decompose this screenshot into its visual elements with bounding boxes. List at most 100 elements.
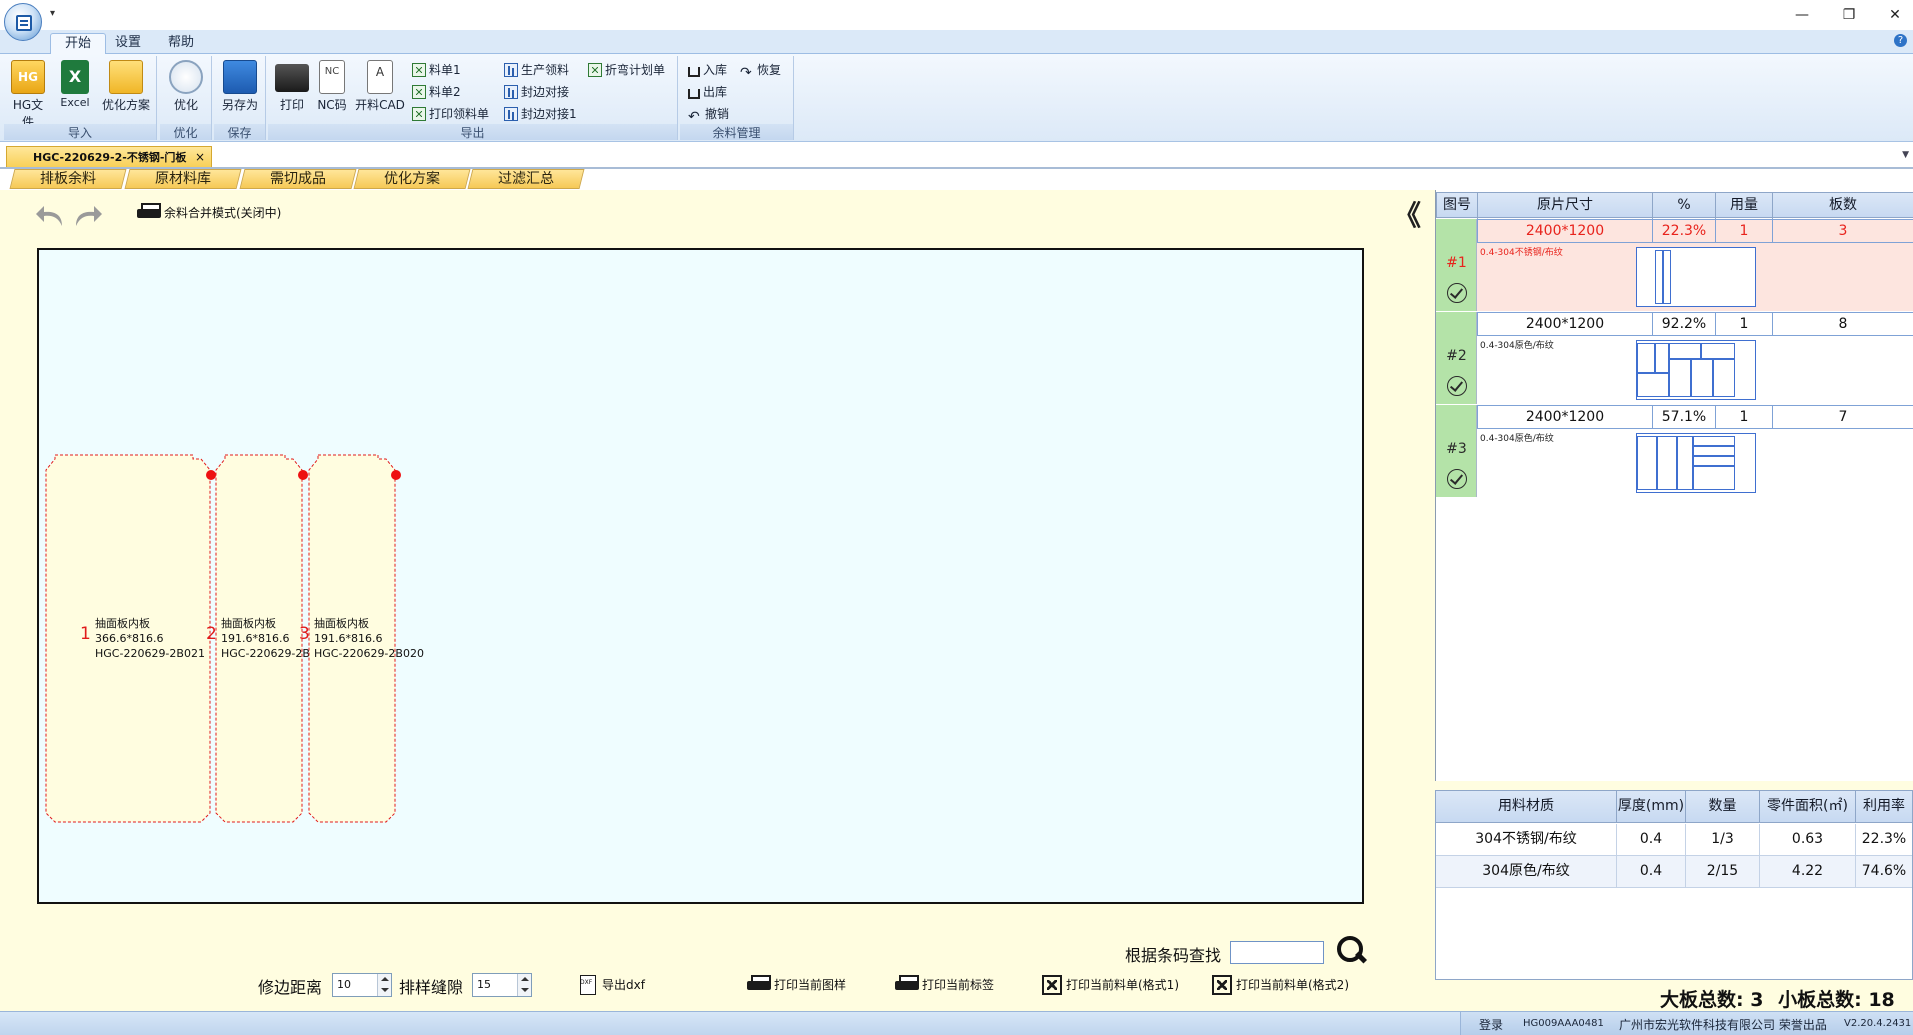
quick-access-arrow[interactable]: ▾: [50, 8, 55, 19]
sheet-thumbnail[interactable]: [1636, 433, 1756, 493]
print-button[interactable]: 打印: [274, 60, 310, 113]
version-label: V2.20.4.2431: [1844, 1018, 1912, 1029]
checkmark-circle-icon[interactable]: [1447, 469, 1467, 489]
restore-action-label: 恢复: [757, 63, 782, 77]
undo-arrow-icon: ↶: [688, 109, 700, 125]
search-icon[interactable]: [1337, 936, 1367, 966]
stock-in-button[interactable]: 入库: [688, 60, 727, 80]
bom1-button[interactable]: 料单1: [412, 60, 461, 80]
layout-gap-label: 排样缝隙: [399, 978, 464, 997]
sheet-row[interactable]: #1 2400*1200 22.3% 1 3 0.4-304不锈钢/布纹: [1436, 219, 1913, 311]
collapse-panel-icon[interactable]: 《: [1393, 194, 1429, 232]
trim-distance-stepper[interactable]: 10: [332, 973, 392, 997]
group-optimize: 优化 优化: [160, 56, 212, 140]
bom2-button[interactable]: 料单2: [412, 82, 461, 102]
subtab-optimization-plan[interactable]: 优化方案: [353, 169, 471, 189]
tab-list-chevron-down-icon[interactable]: ▼: [1902, 150, 1909, 160]
sheet-layout-canvas[interactable]: 1 抽面板内板 366.6*816.6 HGC-220629-2B021 2 抽面板内板 1…: [37, 248, 1364, 904]
col-header-boards[interactable]: 板数: [1773, 193, 1913, 219]
sheet-row-cells[interactable]: 2400*1200 57.1% 1 7: [1477, 405, 1913, 429]
col-header-percent[interactable]: %: [1653, 193, 1716, 219]
cutting-cad-button[interactable]: A 开料CAD: [354, 60, 406, 113]
part-number: 1: [80, 624, 91, 644]
help-icon[interactable]: ?: [1894, 34, 1907, 47]
sheet-thumbnail[interactable]: [1636, 247, 1756, 307]
part-piece-1[interactable]: 1 抽面板内板 366.6*816.6 HGC-220629-2B021: [45, 454, 216, 823]
production-picking-button[interactable]: 生产领料: [504, 60, 569, 80]
stock-in-icon: [688, 67, 700, 77]
layout-gap-stepper[interactable]: 15: [472, 973, 532, 997]
print-picking-list-button[interactable]: 打印领料单: [412, 104, 489, 124]
subtab-filter-summary[interactable]: 过滤汇总: [467, 169, 585, 189]
export-dxf-label: 导出dxf: [602, 978, 645, 992]
sheet-row-cells[interactable]: 2400*1200 92.2% 1 8: [1477, 312, 1913, 336]
sheet-row-cells[interactable]: 2400*1200 22.3% 1 3: [1477, 219, 1913, 243]
restore-action-button[interactable]: ↷ 恢复: [740, 60, 781, 80]
summary-row[interactable]: 304不锈钢/布纹 0.4 1/3 0.63 22.3%: [1436, 824, 1912, 856]
optimization-plan-button[interactable]: 优化方案: [98, 60, 154, 113]
tab-settings[interactable]: 设置: [101, 33, 155, 54]
col-header-usage[interactable]: 用量: [1716, 193, 1773, 219]
edge-join-button[interactable]: 封边对接: [504, 82, 569, 102]
tab-help[interactable]: 帮助: [154, 33, 208, 54]
stepper-arrows-icon[interactable]: [517, 974, 531, 996]
app-menu-icon[interactable]: [4, 3, 42, 41]
excel-button[interactable]: X Excel: [56, 60, 94, 109]
subtab-layout-leftover[interactable]: 排板余料: [9, 169, 127, 189]
hg-file-icon: HG: [11, 60, 45, 94]
sheet-id-cell[interactable]: #1: [1436, 219, 1477, 311]
undo-action-button[interactable]: ↶ 撤销: [688, 104, 729, 124]
stock-out-button[interactable]: 出库: [688, 82, 727, 102]
hg-file-button[interactable]: HG HG文件: [8, 60, 48, 130]
print-bom-format2-button[interactable]: 打印当前料单(格式2): [1212, 974, 1349, 996]
restore-button[interactable]: ❐: [1837, 5, 1861, 25]
edge-join1-button[interactable]: 封边对接1: [504, 104, 577, 124]
document-tab[interactable]: HGC-220629-2-不锈钢-门板 ×: [6, 146, 212, 168]
part-piece-3[interactable]: 3 抽面板内板 191.6*816.6 HGC-220629-2B020: [299, 454, 424, 823]
save-as-button[interactable]: 另存为: [218, 60, 262, 113]
part-piece-2[interactable]: 2 抽面板内板 191.6*816.6 HGC-220629-2B019: [206, 454, 331, 823]
sheet-row[interactable]: #3 2400*1200 57.1% 1 7 0.4-304原色/布纹: [1436, 405, 1913, 497]
login-status[interactable]: 登录: [1479, 1016, 1503, 1033]
bend-plan-label: 折弯计划单: [605, 63, 666, 77]
sheet-qty-cell: 1: [1716, 406, 1773, 428]
checkmark-circle-icon[interactable]: [1447, 376, 1467, 396]
sheet-boards-cell: 7: [1838, 409, 1848, 425]
subtab-cut-products[interactable]: 需切成品: [239, 169, 357, 189]
print-bom-format1-label: 打印当前料单(格式1): [1066, 978, 1179, 992]
tab-start[interactable]: 开始: [50, 33, 107, 54]
print-diagram-button[interactable]: 打印当前图样: [747, 974, 846, 996]
big-total-value: 3: [1750, 989, 1764, 1011]
sheet-size-cell: 2400*1200: [1478, 313, 1653, 335]
col-header-id[interactable]: 图号: [1437, 193, 1478, 219]
summary-cell: 74.6%: [1861, 863, 1907, 879]
export-dxf-button[interactable]: 导出dxf: [580, 972, 645, 996]
bar-chart-icon: [504, 63, 518, 77]
summary-col-count: 数量: [1686, 791, 1760, 823]
checkmark-circle-icon[interactable]: [1447, 283, 1467, 303]
col-header-size[interactable]: 原片尺寸: [1478, 193, 1653, 219]
optimize-button[interactable]: 优化: [166, 60, 206, 113]
sheet-id-cell[interactable]: #2: [1436, 312, 1477, 404]
merge-mode-toggle[interactable]: 余料合并模式(关闭中): [137, 202, 281, 224]
printer-icon: [137, 203, 163, 221]
bend-plan-button[interactable]: 折弯计划单: [588, 60, 665, 80]
summary-row[interactable]: 304原色/布纹 0.4 2/15 4.22 74.6%: [1436, 856, 1912, 888]
close-button[interactable]: ✕: [1883, 5, 1907, 25]
sheet-material-label: 0.4-304原色/布纹: [1480, 341, 1554, 351]
print-bom-format1-button[interactable]: 打印当前料单(格式1): [1042, 974, 1179, 996]
document-tab-close-icon[interactable]: ×: [195, 147, 205, 168]
nc-code-button[interactable]: NC NC码: [314, 60, 350, 113]
sheet-row[interactable]: #2 2400*1200 92.2% 1 8 0.4-304原色/布纹: [1436, 312, 1913, 404]
sheet-thumbnail[interactable]: [1636, 340, 1756, 400]
print-label-button[interactable]: 打印当前标签: [895, 974, 994, 996]
group-export-label: 导出: [268, 124, 677, 140]
redo-icon[interactable]: [72, 202, 104, 230]
sheet-id-cell[interactable]: #3: [1436, 405, 1477, 497]
undo-icon[interactable]: [34, 202, 66, 230]
totals-summary: 大板总数: 3 小板总数: 18: [1660, 985, 1895, 1012]
subtab-raw-material[interactable]: 原材料库: [124, 169, 242, 189]
stepper-arrows-icon[interactable]: [377, 974, 391, 996]
minimize-button[interactable]: —: [1790, 5, 1814, 25]
barcode-search-input[interactable]: [1230, 941, 1324, 964]
